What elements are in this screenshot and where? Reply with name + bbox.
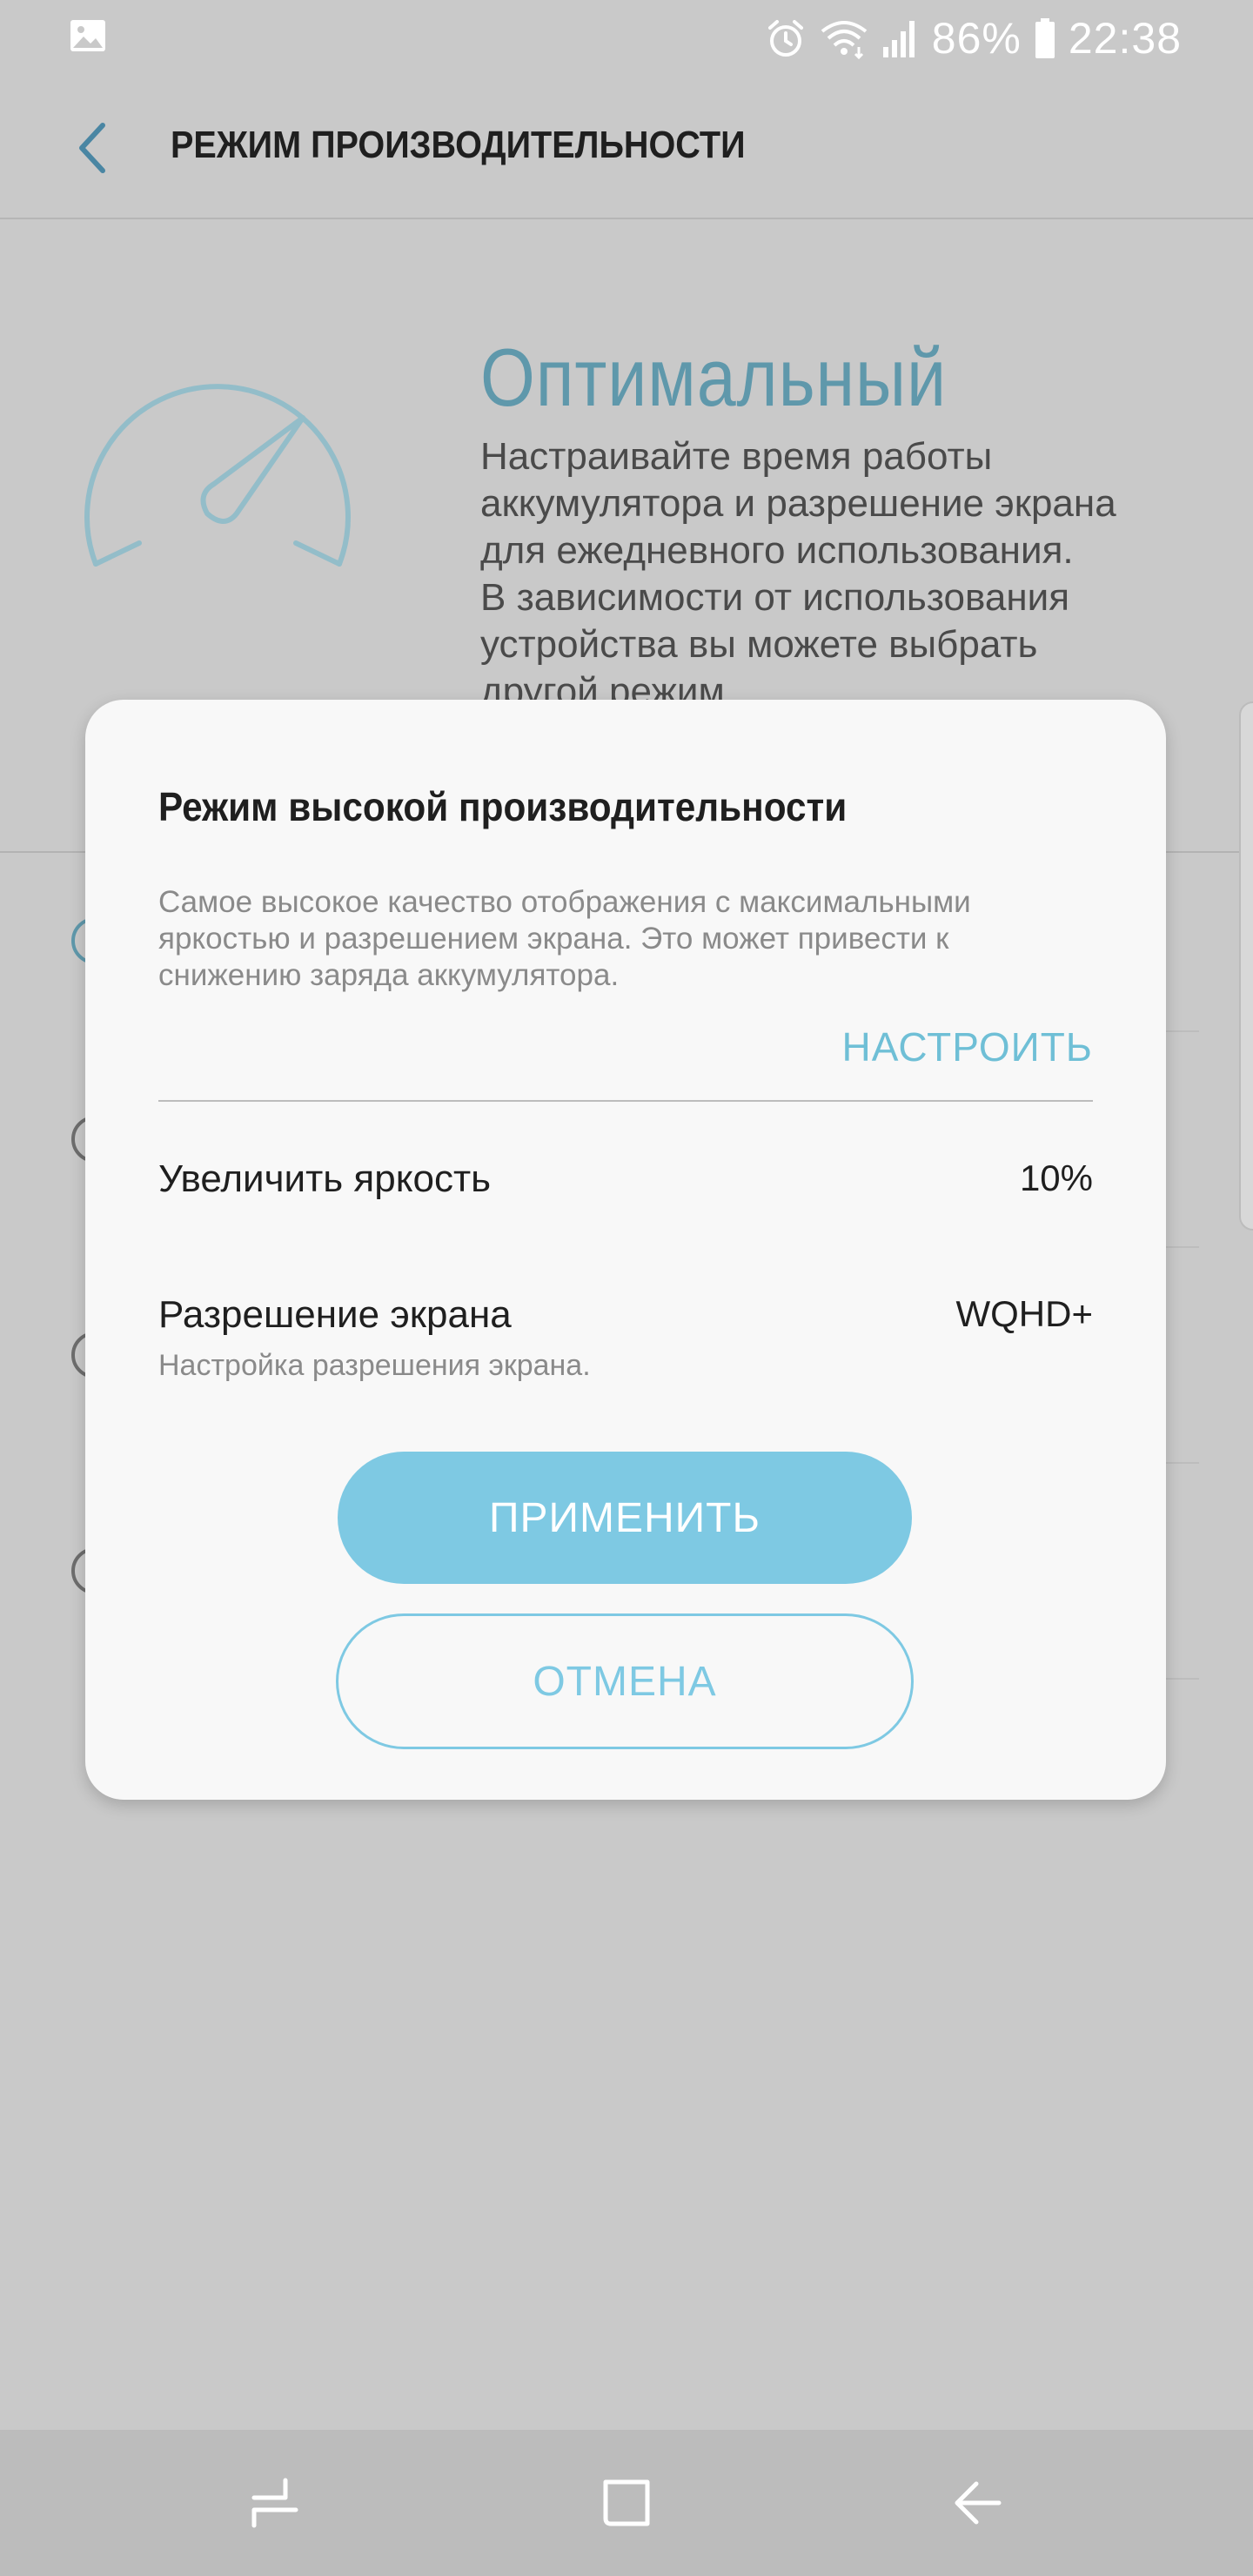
dialog-title: Режим высокой производительности [158, 784, 848, 829]
clock: 22:38 [1068, 14, 1182, 63]
resolution-label: Разрешение экрана [158, 1293, 512, 1336]
battery-icon [1035, 18, 1055, 58]
home-button[interactable] [583, 2459, 670, 2546]
resolution-setting-row: Разрешение экрана WQHD+ Настройка разреш… [85, 1274, 1166, 1405]
gallery-icon [70, 20, 105, 51]
chevron-left-icon [79, 123, 105, 173]
nav-back-button[interactable] [935, 2459, 1022, 2546]
mode-title: Оптимальный [480, 332, 948, 423]
back-icon [955, 2481, 1002, 2525]
recents-button[interactable] [231, 2459, 318, 2546]
battery-percent: 86% [931, 14, 1022, 63]
edge-panel-handle[interactable] [1239, 701, 1253, 1231]
brightness-setting-row: Увеличить яркость 10% [85, 1135, 1166, 1231]
mode-description: Настраивайте время работы аккумулятора и… [480, 435, 1116, 713]
configure-button[interactable]: НАСТРОИТЬ [842, 1023, 1093, 1070]
alarm-icon [767, 20, 803, 57]
brightness-label: Увеличить яркость [158, 1157, 492, 1200]
recents-icon [251, 2478, 298, 2528]
page-title: РЕЖИМ ПРОИЗВОДИТЕЛЬНОСТИ [171, 124, 746, 166]
back-button[interactable] [50, 106, 134, 190]
signal-icon [882, 21, 915, 57]
resolution-value: WQHD+ [955, 1293, 1094, 1334]
status-bar: 86% 22:38 [0, 0, 1253, 75]
dialog-description: Самое высокое качество отображения с мак… [158, 885, 971, 992]
status-icons: 86% 22:38 [765, 10, 1182, 66]
apply-button[interactable]: ПРИМЕНИТЬ [338, 1452, 912, 1584]
home-icon [603, 2479, 650, 2526]
app-bar: РЕЖИМ ПРОИЗВОДИТЕЛЬНОСТИ [0, 75, 1253, 219]
brightness-value: 10% [1019, 1157, 1093, 1198]
high-performance-dialog: Режим высокой производительности Самое в… [85, 700, 1166, 1800]
screen: 86% 22:38 РЕЖИМ ПРОИЗВОДИТЕЛЬНОСТИ Оптим… [0, 0, 1253, 2576]
navigation-bar [0, 2430, 1253, 2576]
resolution-subtitle: Настройка разрешения экрана. [158, 1349, 591, 1382]
gauge-icon [84, 384, 351, 567]
cancel-button[interactable]: ОТМЕНА [336, 1613, 914, 1749]
divider [158, 1100, 1093, 1102]
wifi-icon [821, 21, 868, 59]
